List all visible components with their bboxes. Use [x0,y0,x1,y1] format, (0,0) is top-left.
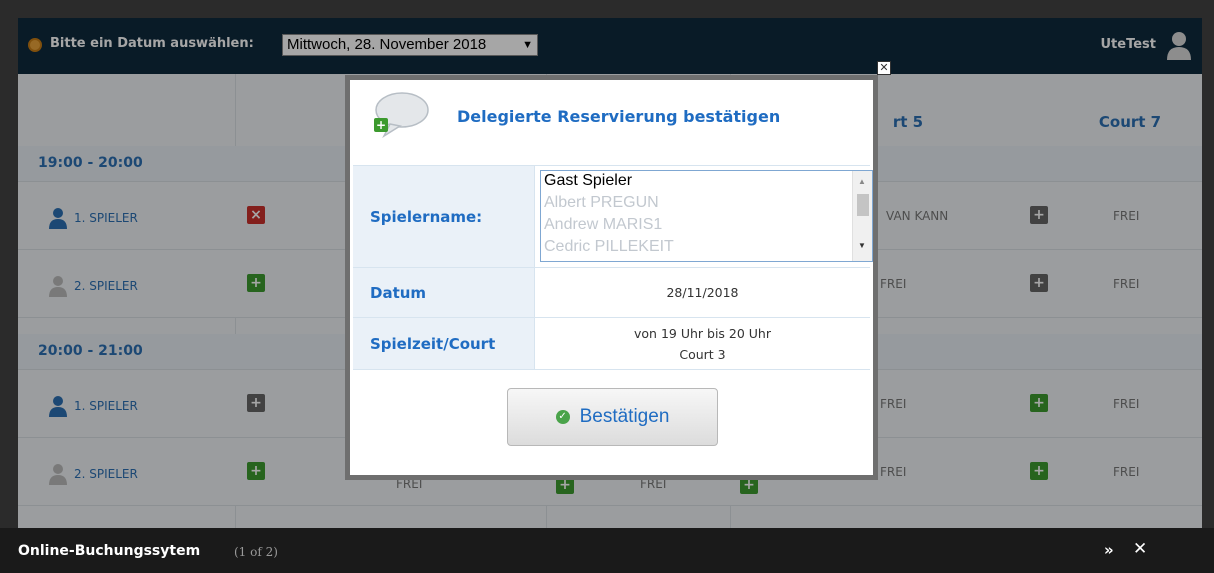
player-option[interactable]: Cedric PILLEKEIT [541,237,872,259]
scroll-down-icon[interactable]: ▼ [858,241,866,250]
scrollbar[interactable]: ▲ ▼ [852,171,872,261]
chat-bubble-icon: + [374,92,429,138]
slot-value: von 19 Uhr bis 20 Uhr Court 3 [535,318,870,369]
slot-court: Court 3 [679,346,726,362]
page-count: (1 of 2) [234,545,278,559]
player-name-label: Spielername: [353,166,535,267]
date-value: 28/11/2018 [666,285,739,300]
svg-text:+: + [376,118,386,132]
confirm-label: Bestätigen [579,406,670,427]
close-button[interactable]: ✕ [1133,539,1147,559]
scroll-thumb[interactable] [857,194,869,216]
footer-bar: Online-Buchungssytem (1 of 2) » ✕ [0,528,1214,573]
date-row: Datum 28/11/2018 [353,268,870,318]
footer-title: Online-Buchungssytem [18,543,201,559]
slot-time: von 19 Uhr bis 20 Uhr [634,325,771,341]
check-icon: ✓ [555,410,570,424]
scroll-up-icon[interactable]: ▲ [858,177,866,186]
confirm-button[interactable]: ✓ Bestätigen [507,388,718,446]
player-option[interactable]: Gast Spieler [541,171,872,193]
modal-title: Delegierte Reservierung bestätigen [457,107,781,126]
slot-row: Spielzeit/Court von 19 Uhr bis 20 Uhr Co… [353,318,870,370]
player-option[interactable]: Albert PREGUN [541,193,872,215]
slot-label: Spielzeit/Court [353,318,535,369]
player-name-list[interactable]: Gast Spieler Albert PREGUN Andrew MARIS1… [540,170,873,262]
date-label: Datum [353,268,535,317]
next-button[interactable]: » [1104,541,1114,559]
player-option[interactable]: Andrew MARIS1 [541,215,872,237]
close-icon[interactable]: ✕ [877,61,891,75]
confirm-dialog: + Delegierte Reservierung bestätigen Spi… [350,80,873,475]
